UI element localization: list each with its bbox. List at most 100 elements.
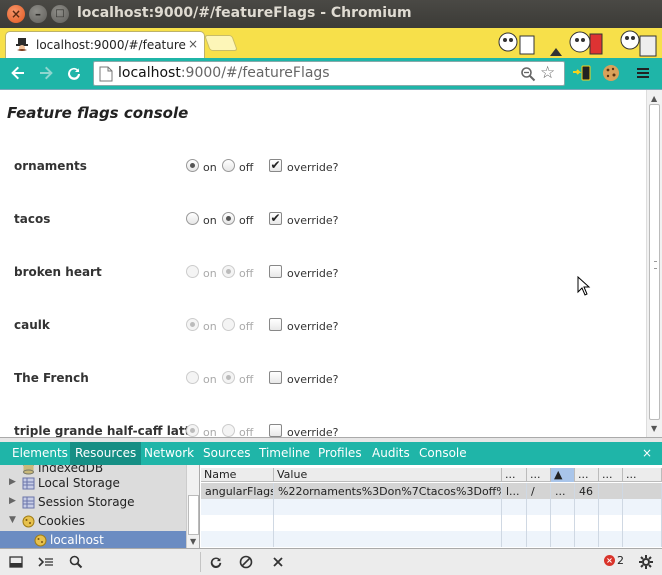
scrollbar-thumb[interactable] xyxy=(649,104,660,420)
devtools-tab-console[interactable]: Console xyxy=(414,442,472,465)
search-icon xyxy=(69,555,83,569)
flag-override-checkbox[interactable] xyxy=(269,265,282,278)
flag-override-checkbox[interactable] xyxy=(269,424,282,437)
window-close-button[interactable]: × xyxy=(7,5,25,23)
block-icon xyxy=(239,555,253,569)
sidebar-item-localhost[interactable]: localhost xyxy=(0,531,186,548)
table-cell: / xyxy=(527,483,551,499)
search-button[interactable] xyxy=(64,552,88,572)
flag-override-checkbox[interactable]: ✔ xyxy=(269,159,282,172)
error-count[interactable]: 2 xyxy=(617,554,624,567)
flag-override-label: override? xyxy=(287,267,339,280)
tree-item-label: localhost xyxy=(50,533,104,547)
flag-off-label: off xyxy=(239,214,254,227)
table-row-empty[interactable] xyxy=(201,531,662,547)
console-prompt-icon xyxy=(38,557,53,567)
browser-tab[interactable]: localhost:9000/#/featureFlags × xyxy=(5,31,205,58)
flag-override-checkbox[interactable]: ✔ xyxy=(269,212,282,225)
flag-name: tacos xyxy=(14,212,51,226)
flag-off-label: off xyxy=(239,373,254,386)
table-cell xyxy=(599,483,623,499)
bookmark-star-icon[interactable]: ☆ xyxy=(540,63,555,83)
table-row-empty[interactable] xyxy=(201,515,662,531)
window-title: localhost:9000/#/featureFlags - Chromium xyxy=(77,5,412,21)
window-maximize-button[interactable]: □ xyxy=(51,5,69,23)
column-header[interactable]: ... xyxy=(623,468,662,482)
table-cell: 46 xyxy=(575,483,599,499)
sidebar-scroll-down-icon[interactable]: ▼ xyxy=(190,537,196,546)
delete-button[interactable] xyxy=(266,552,290,572)
console-drawer-button[interactable] xyxy=(34,552,58,572)
theme-cartoon-art xyxy=(498,30,657,57)
scroll-down-arrow-icon[interactable]: ▼ xyxy=(651,424,657,433)
table-row-empty[interactable] xyxy=(201,499,662,515)
flag-override-checkbox[interactable] xyxy=(269,371,282,384)
flag-off-radio[interactable] xyxy=(222,318,235,331)
devtools-settings-button[interactable] xyxy=(634,552,658,572)
flag-override-label: override? xyxy=(287,214,339,227)
sidebar-scrollbar[interactable]: ▼ xyxy=(186,465,199,548)
devtools-tab-network[interactable]: Network xyxy=(139,442,199,465)
table-cell xyxy=(575,515,599,531)
cookie-icon xyxy=(34,534,47,547)
tab-close-icon[interactable]: × xyxy=(188,37,198,51)
address-bar[interactable]: localhost:9000/#/featureFlags ☆ xyxy=(93,61,565,86)
devtools-close-icon[interactable]: × xyxy=(642,446,652,460)
error-icon[interactable]: × xyxy=(604,555,615,566)
flag-on-radio[interactable] xyxy=(186,424,199,437)
flag-on-radio[interactable] xyxy=(186,265,199,278)
clear-button[interactable] xyxy=(234,552,258,572)
sidebar-item-session-storage[interactable]: ▶ Session Storage xyxy=(0,493,186,512)
table-cell xyxy=(599,531,623,547)
devtools-tab-profiles[interactable]: Profiles xyxy=(313,442,367,465)
column-header[interactable]: ... xyxy=(502,468,527,482)
device-sync-icon xyxy=(573,65,591,81)
column-header[interactable]: ... xyxy=(575,468,599,482)
sidebar-item-cookies[interactable]: ▼ Cookies xyxy=(0,512,186,531)
forward-button[interactable] xyxy=(34,61,58,85)
column-header[interactable]: ... xyxy=(527,468,551,482)
window-minimize-button[interactable]: – xyxy=(29,5,47,23)
column-header[interactable]: Name xyxy=(201,468,274,482)
table-cell xyxy=(201,531,274,547)
devtools-tab-audits[interactable]: Audits xyxy=(367,442,415,465)
devtools-tab-resources[interactable]: Resources xyxy=(70,442,142,465)
extension-device-button[interactable] xyxy=(571,62,593,84)
refresh-button[interactable] xyxy=(204,552,228,572)
extension-cookie-button[interactable] xyxy=(600,62,622,84)
new-tab-button[interactable] xyxy=(204,35,238,51)
reload-button[interactable] xyxy=(62,61,86,85)
sidebar-item-local-storage[interactable]: ▶ Local Storage xyxy=(0,474,186,493)
dock-toggle-button[interactable] xyxy=(4,552,28,572)
storage-icon xyxy=(22,496,35,509)
flag-on-radio[interactable] xyxy=(186,212,199,225)
sidebar-scrollbar-thumb[interactable] xyxy=(188,495,199,535)
table-cell xyxy=(623,515,662,531)
tab-title: localhost:9000/#/featureFlags xyxy=(36,38,186,52)
flag-on-label: on xyxy=(203,426,217,437)
devtools-tab-elements[interactable]: Elements xyxy=(7,442,73,465)
flag-off-radio[interactable] xyxy=(222,371,235,384)
flag-off-radio[interactable] xyxy=(222,159,235,172)
flag-off-radio[interactable] xyxy=(222,424,235,437)
flag-off-radio[interactable] xyxy=(222,212,235,225)
column-header[interactable]: ▲ xyxy=(551,468,575,482)
column-header[interactable]: ... xyxy=(599,468,623,482)
flag-off-radio[interactable] xyxy=(222,265,235,278)
table-row[interactable]: angularFlags %22ornaments%3Don%7Ctacos%3D… xyxy=(201,483,662,499)
devtools-tab-sources[interactable]: Sources xyxy=(198,442,255,465)
tree-item-content: localhost xyxy=(12,531,192,548)
back-button[interactable] xyxy=(6,61,30,85)
flag-on-radio[interactable] xyxy=(186,159,199,172)
flag-on-label: on xyxy=(203,320,217,333)
flag-override-checkbox[interactable] xyxy=(269,318,282,331)
zoom-icon[interactable] xyxy=(520,66,536,82)
devtools-tab-timeline[interactable]: Timeline xyxy=(254,442,315,465)
table-cell xyxy=(551,531,575,547)
page-scrollbar[interactable]: ▲ ▼ xyxy=(646,90,662,437)
flag-on-radio[interactable] xyxy=(186,371,199,384)
scroll-up-arrow-icon[interactable]: ▲ xyxy=(651,94,657,103)
chrome-menu-button[interactable] xyxy=(632,62,654,84)
flag-on-radio[interactable] xyxy=(186,318,199,331)
column-header[interactable]: Value xyxy=(274,468,502,482)
